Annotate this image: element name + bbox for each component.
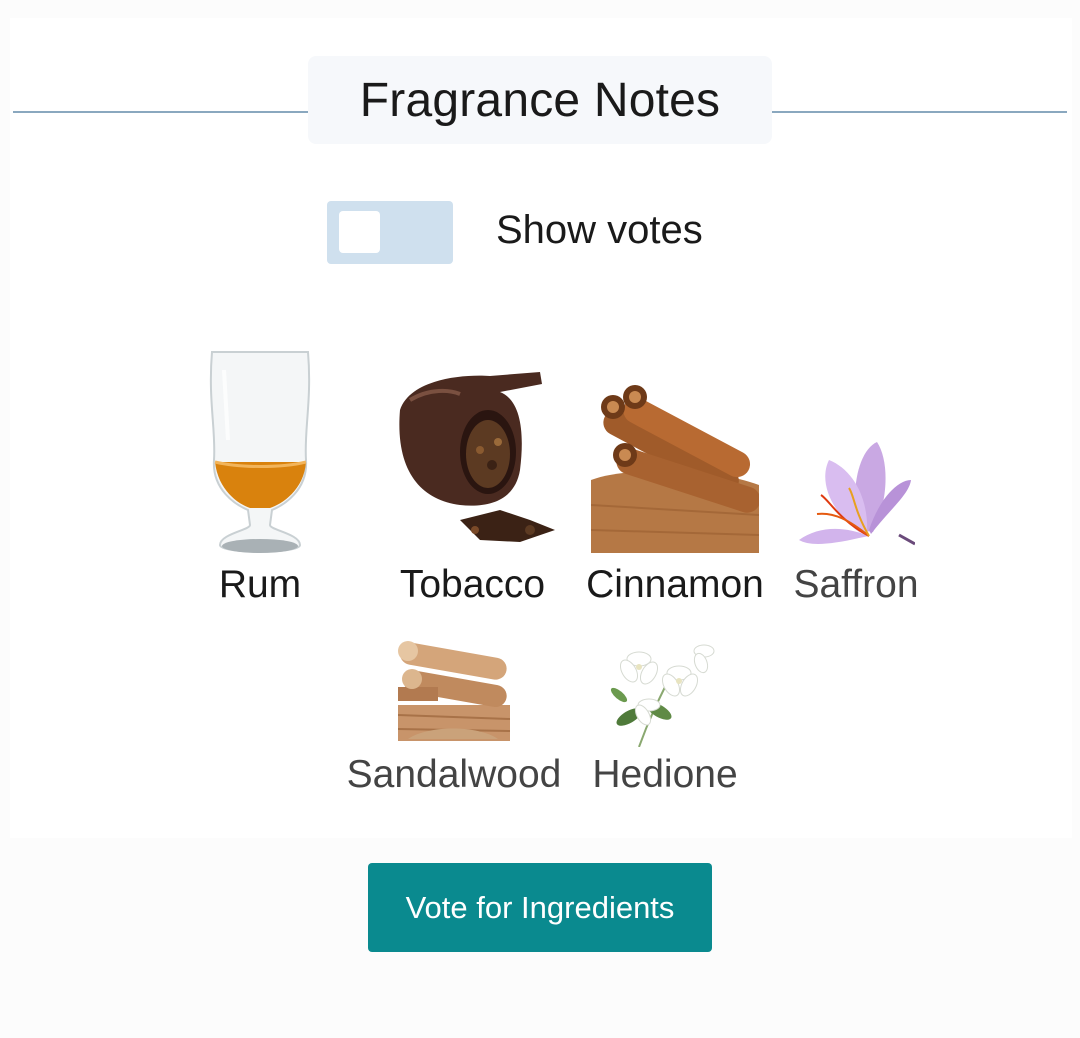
divider-left	[13, 111, 308, 113]
vote-for-ingredients-button[interactable]: Vote for Ingredients	[368, 863, 712, 952]
note-rum[interactable]: Rum	[160, 345, 360, 615]
divider-right	[772, 111, 1067, 113]
note-label: Cinnamon	[586, 563, 764, 606]
toggle-knob	[339, 211, 380, 253]
note-hedione[interactable]: Hedione	[585, 635, 745, 805]
note-tobacco[interactable]: Tobacco	[380, 370, 565, 615]
jasmine-flower-icon	[610, 644, 715, 747]
note-label: Sandalwood	[346, 753, 562, 796]
sandalwood-icon	[398, 641, 510, 741]
cinnamon-sticks-icon	[591, 385, 759, 553]
note-cinnamon[interactable]: Cinnamon	[580, 385, 770, 615]
rum-glass-icon	[209, 351, 311, 553]
section-header: Fragrance Notes	[308, 56, 772, 144]
show-votes-toggle[interactable]	[327, 201, 453, 264]
note-label: Saffron	[793, 563, 919, 606]
tobacco-pipe-icon	[399, 372, 555, 542]
note-label: Hedione	[592, 753, 738, 796]
note-label: Tobacco	[399, 563, 546, 606]
show-votes-label[interactable]: Show votes	[496, 208, 703, 253]
saffron-flower-icon	[799, 442, 915, 546]
note-label: Rum	[218, 563, 302, 606]
note-sandalwood[interactable]: Sandalwood	[336, 635, 572, 805]
note-saffron[interactable]: Saffron	[785, 440, 927, 615]
section-title: Fragrance Notes	[359, 73, 721, 127]
